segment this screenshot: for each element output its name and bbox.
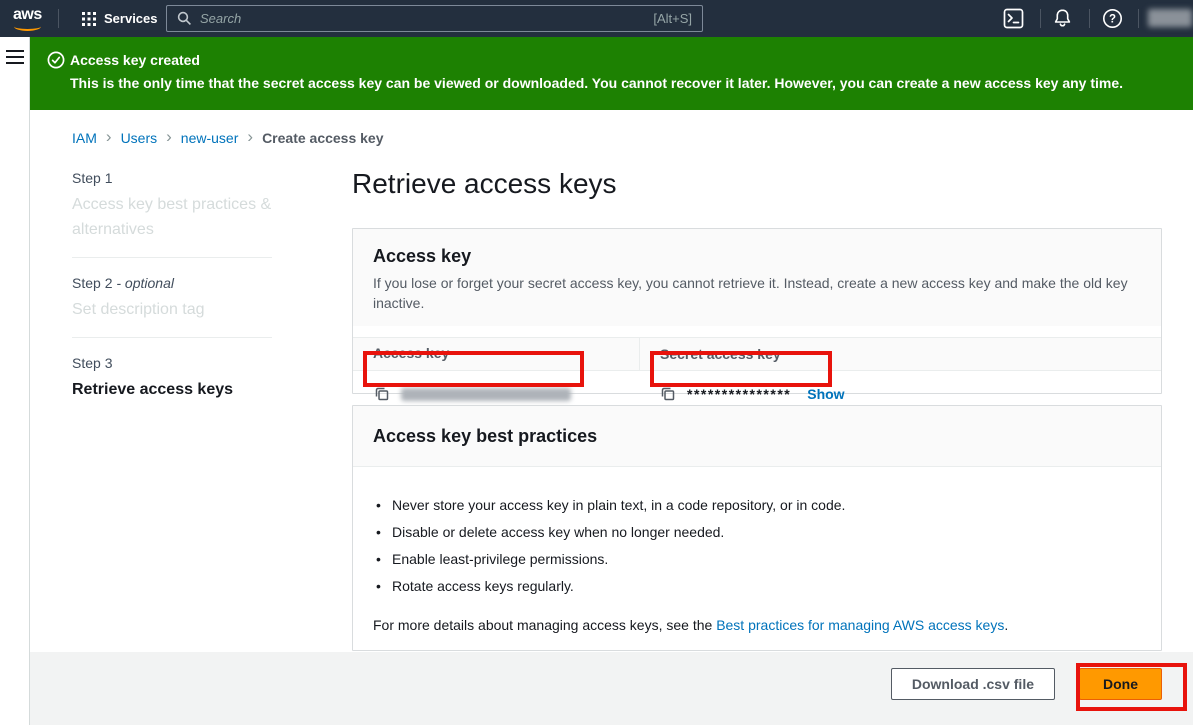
best-practice-item: Enable least-privilege permissions.	[373, 549, 1141, 569]
step-1-title: Access key best practices & alternatives	[72, 192, 272, 242]
copy-icon[interactable]	[373, 385, 391, 403]
breadcrumb-new-user[interactable]: new-user	[181, 130, 239, 146]
notifications-bell-icon[interactable]	[1052, 8, 1073, 29]
search-shortcut-hint: [Alt+S]	[653, 11, 692, 26]
step-divider	[72, 257, 272, 258]
help-icon[interactable]: ?	[1102, 8, 1123, 29]
cloudshell-icon[interactable]	[1003, 8, 1024, 29]
step-2-title: Set description tag	[72, 297, 272, 322]
success-banner: Access key created This is the only time…	[30, 37, 1193, 110]
copy-icon[interactable]	[659, 385, 677, 403]
best-practices-card: Access key best practices Never store yo…	[352, 405, 1162, 651]
aws-smile-icon	[14, 22, 41, 31]
best-practices-card-header: Access key best practices	[353, 406, 1161, 467]
breadcrumb: IAM › Users › new-user › Create access k…	[72, 130, 384, 146]
breadcrumb-separator-icon: ›	[166, 130, 172, 144]
top-navbar: aws Services [Alt+S] ?	[0, 0, 1193, 37]
breadcrumb-iam[interactable]: IAM	[72, 130, 97, 146]
banner-message: This is the only time that the secret ac…	[70, 74, 1123, 92]
services-label: Services	[104, 11, 158, 26]
banner-title: Access key created	[70, 51, 200, 69]
svg-text:?: ?	[1109, 14, 1116, 26]
secret-key-masked-value: ***************	[687, 386, 791, 402]
wizard-step-3: Step 3 Retrieve access keys	[72, 355, 272, 402]
step-3-title: Retrieve access keys	[72, 377, 272, 402]
access-key-card-description: If you lose or forget your secret access…	[373, 273, 1141, 313]
best-practices-card-title: Access key best practices	[373, 424, 1141, 448]
menu-hamburger-icon[interactable]	[6, 50, 24, 64]
wizard-steps-nav: Step 1 Access key best practices & alter…	[72, 170, 272, 402]
key-table-header: Access key Secret access key	[353, 337, 1161, 371]
done-button[interactable]: Done	[1079, 668, 1162, 700]
secret-access-key-cell: *************** Show	[639, 385, 1161, 403]
access-key-value-redacted	[401, 388, 571, 401]
best-practice-item: Never store your access key in plain tex…	[373, 495, 1141, 515]
access-key-card: Access key If you lose or forget your se…	[352, 228, 1162, 394]
services-menu-button[interactable]: Services	[76, 0, 164, 37]
show-secret-link[interactable]: Show	[807, 386, 844, 402]
breadcrumb-separator-icon: ›	[106, 130, 112, 144]
success-check-icon	[47, 51, 65, 69]
best-practices-link[interactable]: Best practices for managing AWS access k…	[716, 617, 1004, 633]
wizard-step-1: Step 1 Access key best practices & alter…	[72, 170, 272, 242]
download-csv-button[interactable]: Download .csv file	[891, 668, 1055, 700]
access-key-card-header: Access key If you lose or forget your se…	[353, 229, 1161, 326]
footer-text-period: .	[1004, 617, 1008, 633]
best-practices-footer: For more details about managing access k…	[353, 603, 1161, 635]
aws-logo-text: aws	[13, 6, 42, 23]
nav-divider	[58, 9, 59, 28]
step-3-label: Step 3	[72, 355, 112, 371]
best-practice-item: Rotate access keys regularly.	[373, 576, 1141, 596]
step-divider	[72, 337, 272, 338]
access-key-card-title: Access key	[373, 244, 1141, 268]
column-access-key: Access key	[373, 345, 449, 361]
nav-divider	[1089, 9, 1090, 28]
page-title: Retrieve access keys	[352, 168, 617, 200]
best-practices-list: Never store your access key in plain tex…	[353, 467, 1161, 596]
access-key-cell	[353, 385, 639, 403]
nav-divider	[1040, 9, 1041, 28]
step-2-label: Step 2	[72, 275, 116, 291]
column-secret-access-key: Secret access key	[660, 346, 781, 362]
breadcrumb-current: Create access key	[262, 130, 383, 146]
step-1-label: Step 1	[72, 170, 112, 186]
wizard-step-2: Step 2 - optional Set description tag	[72, 275, 272, 322]
side-nav-rail	[0, 37, 30, 725]
breadcrumb-separator-icon: ›	[247, 130, 253, 144]
footer-actions: Download .csv file Done	[352, 668, 1162, 700]
services-grid-icon	[82, 12, 96, 26]
step-2-optional-suffix: - optional	[116, 275, 174, 291]
account-menu[interactable]	[1148, 9, 1192, 27]
nav-divider	[1138, 9, 1139, 28]
footer-text: For more details about managing access k…	[373, 617, 716, 633]
best-practice-item: Disable or delete access key when no lon…	[373, 522, 1141, 542]
breadcrumb-users[interactable]: Users	[121, 130, 158, 146]
global-search[interactable]: [Alt+S]	[166, 5, 703, 32]
search-icon	[177, 11, 192, 26]
aws-logo[interactable]: aws	[13, 6, 47, 32]
search-input[interactable]	[200, 11, 645, 26]
